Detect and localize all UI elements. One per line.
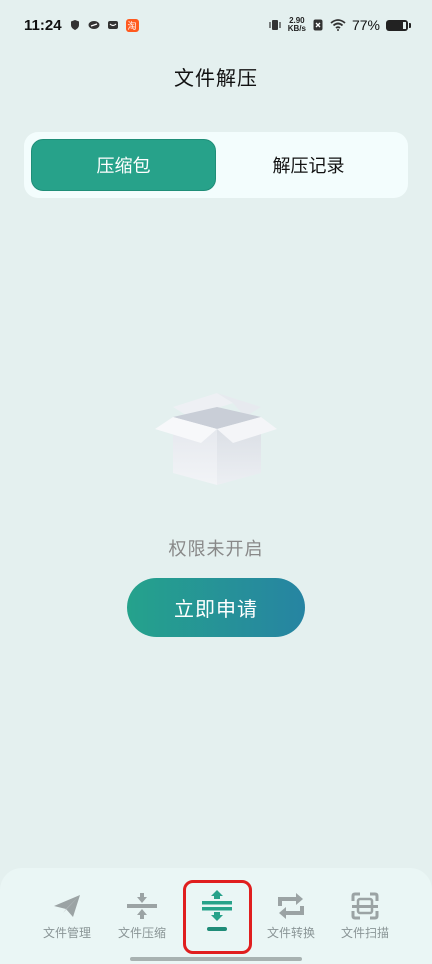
vibrate-icon [269,20,281,30]
empty-box-icon [155,393,277,485]
nav-item-file-scan[interactable]: 文件扫描 [328,890,402,948]
nav-label: 文件管理 [42,926,91,940]
app-logo-icon [88,21,100,29]
battery-percent: 77% [351,17,380,33]
status-time: 11:24 [24,16,62,34]
message-icon [107,21,118,29]
status-left: 11:24 淘 [24,17,139,34]
nav-label: 文件扫描 [340,926,389,940]
tab-archive[interactable]: 压缩包 [31,139,216,191]
convert-icon [278,893,304,919]
no-sim-icon [313,19,323,31]
active-item-highlight [183,880,252,954]
battery-icon [386,19,411,31]
nav-item-file-manager[interactable]: 文件管理 [30,890,104,948]
nav-label: 文件压缩 [117,926,166,940]
status-bar: 11:24 淘 2.90 KB/s 77% [0,0,432,50]
nav-item-file-compress[interactable]: 文件压缩 [105,890,179,948]
status-right: 2.90 KB/s 77% [268,17,411,33]
shield-icon [70,20,79,30]
page-title: 文件解压 [174,66,258,90]
apply-permission-button[interactable]: 立即申请 [127,578,305,637]
permission-status-text: 权限未开启 [168,539,264,560]
wifi-icon [330,19,346,31]
network-speed: 2.90 KB/s [288,17,306,33]
nav-label: 文件转换 [266,926,315,940]
nav-item-file-convert[interactable]: 文件转换 [254,890,328,948]
tab-extract-history[interactable]: 解压记录 [216,139,401,191]
compress-icon [127,893,157,919]
taobao-notification-icon: 淘 [125,18,139,32]
scan-icon [351,892,379,920]
paper-plane-icon [54,895,80,917]
segment-control: 压缩包 解压记录 [24,132,408,198]
network-speed-unit: KB/s [287,24,306,33]
home-indicator[interactable] [130,957,302,961]
